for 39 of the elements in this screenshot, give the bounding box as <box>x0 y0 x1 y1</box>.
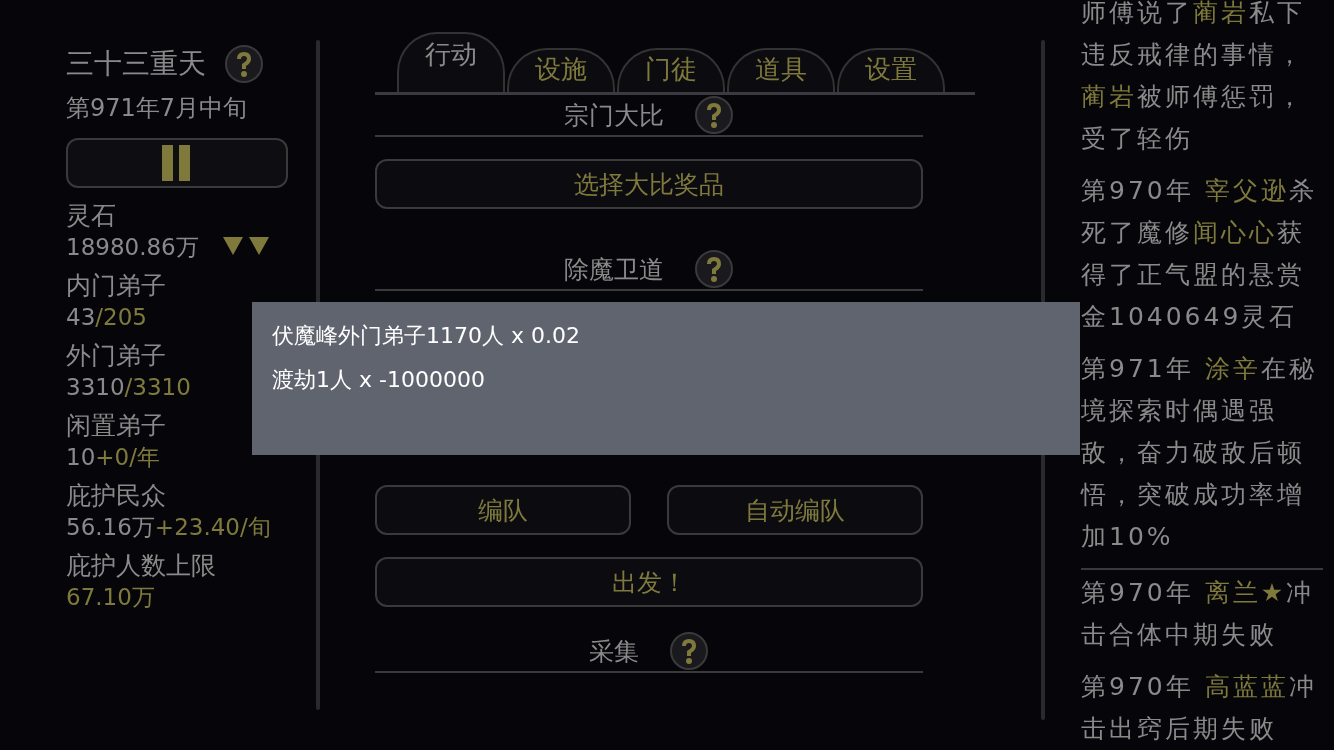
tab[interactable]: 行动 <box>397 32 505 92</box>
popup-line: 渡劫1人 x -1000000 <box>272 366 485 394</box>
tab[interactable]: 设置 <box>837 48 945 92</box>
log-entry: 第970年 宰父逊杀死了魔修 闻心心获得了正气盟的悬赏金1040649灵石 <box>1081 175 1318 333</box>
help-icon[interactable] <box>694 249 734 289</box>
help-icon[interactable] <box>224 44 264 84</box>
tab[interactable]: 道具 <box>727 48 835 92</box>
pause-icon <box>162 145 192 181</box>
section-title: 宗门大比 <box>564 99 664 132</box>
log-entry: 第970年 离兰★冲击合体中期失败 <box>1081 568 1323 656</box>
help-icon[interactable] <box>669 631 709 671</box>
log-entry: 第970年 高蓝蓝冲击出窍后期失败 <box>1081 671 1318 745</box>
sect-title: 三十三重天 <box>66 46 206 82</box>
stat-value: 56.16万+23.40/旬 <box>66 513 271 542</box>
tab[interactable]: 门徒 <box>617 48 725 92</box>
popup-line: 伏魔峰外门弟子1170人 x 0.02 <box>272 322 580 350</box>
section-title: 除魔卫道 <box>564 253 664 286</box>
stat-value: 67.10万 <box>66 583 155 612</box>
action-button[interactable]: 选择大比奖品 <box>375 159 923 209</box>
game-date: 第971年7月中旬 <box>66 93 249 124</box>
stat-label: 庇护民众 <box>66 480 166 512</box>
log-entry: 第971年 涂辛在秘境探索时偶遇强敌，奋力破敌后顿悟，突破成功率增加10% <box>1081 353 1318 553</box>
stat-label: 灵石 <box>66 200 116 232</box>
stat-label: 内门弟子 <box>66 270 166 302</box>
stat-value: 18980.86万 <box>66 233 199 262</box>
tab[interactable]: 设施 <box>507 48 615 92</box>
stat-label: 庇护人数上限 <box>66 550 216 582</box>
stat-value: 10+0/年 <box>66 443 160 472</box>
action-button[interactable]: 编队 <box>375 485 631 535</box>
section-title: 采集 <box>589 635 639 668</box>
pause-button[interactable] <box>66 138 288 188</box>
stat-value: 3310/3310 <box>66 373 191 402</box>
action-button[interactable]: 出发！ <box>375 557 923 607</box>
log-entry: 师傅说了 蔺岩私下违反戒律的事情， 蔺岩被师傅惩罚，受了轻伤 <box>1081 0 1306 155</box>
action-button[interactable]: 自动编队 <box>667 485 923 535</box>
help-icon[interactable] <box>694 95 734 135</box>
stat-value: 43/205 <box>66 303 147 332</box>
stat-label: 外门弟子 <box>66 340 166 372</box>
stat-label: 闲置弟子 <box>66 410 166 442</box>
